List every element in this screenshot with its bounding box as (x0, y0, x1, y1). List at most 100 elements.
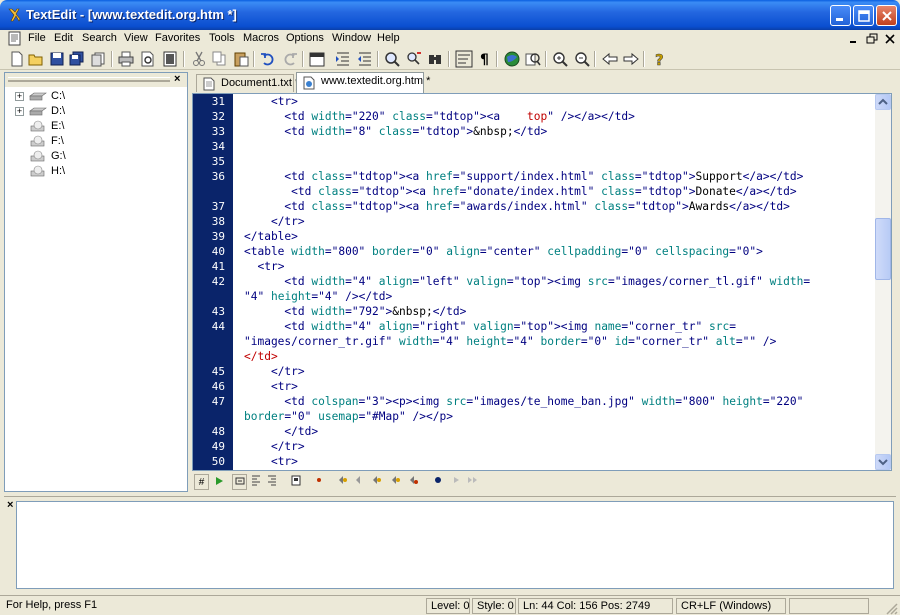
bookmark-toggle-icon[interactable] (334, 474, 349, 490)
code-line[interactable]: "4" height="4" /></td> (233, 289, 891, 304)
tab-www-textedit[interactable]: www.textedit.org.htm * (296, 72, 430, 93)
open-icon[interactable] (27, 50, 45, 68)
menu-view[interactable]: View (124, 32, 148, 44)
output-text-area[interactable] (16, 501, 894, 589)
menu-edit[interactable]: Edit (54, 32, 73, 44)
code-line[interactable]: <td class="tdtop"><a href="donate/index.… (233, 184, 891, 199)
play-macro-icon[interactable] (448, 474, 463, 490)
title-bar[interactable]: TextEdit - [www.textedit.org.htm *] (0, 0, 900, 30)
code-line[interactable]: 40 <table width="800" border="0" align="c… (212, 244, 891, 259)
menu-macros[interactable]: Macros (243, 32, 279, 44)
align-right-icon[interactable] (264, 474, 279, 490)
forward-icon[interactable] (622, 50, 640, 68)
code-line[interactable]: 36 <td class="tdtop"><a href="support/in… (212, 169, 891, 184)
paste-icon[interactable] (232, 50, 250, 68)
code-line[interactable]: 39 </table> (212, 229, 891, 244)
mdi-minimize-icon[interactable] (848, 33, 860, 45)
calendar-icon[interactable] (308, 50, 326, 68)
expand-icon[interactable]: + (15, 107, 24, 116)
replace-icon[interactable] (405, 50, 423, 68)
bookmark-next-icon[interactable] (368, 474, 383, 490)
menu-file[interactable]: File (28, 32, 46, 44)
find-in-files-icon[interactable] (426, 50, 444, 68)
menu-search[interactable]: Search (82, 32, 117, 44)
scroll-up-button[interactable] (875, 94, 891, 110)
bookmark-prev-icon[interactable] (351, 474, 366, 490)
code-line[interactable]: 33 <td width="8" class="tdtop">&nbsp;</t… (212, 124, 891, 139)
undo-icon[interactable] (259, 50, 277, 68)
code-line[interactable]: 34 (212, 139, 891, 154)
code-line[interactable]: </td> (233, 349, 891, 364)
save-icon[interactable] (48, 50, 66, 68)
zoom-in-icon[interactable] (551, 50, 569, 68)
zoom-out-icon[interactable] (573, 50, 591, 68)
pilcrow-icon[interactable]: ¶ (476, 50, 494, 68)
scroll-thumb[interactable] (875, 218, 891, 280)
back-icon[interactable] (601, 50, 619, 68)
code-line[interactable]: 35 (212, 154, 891, 169)
code-lines[interactable]: 31 <tr> 32 <td width="220" class="tdtop">… (212, 94, 875, 470)
wrap-icon[interactable] (455, 50, 473, 68)
bookmark-icon[interactable] (311, 474, 326, 490)
code-line[interactable]: border="0" usemap="#Map" /></p> (233, 409, 891, 424)
cut-icon[interactable] (190, 50, 208, 68)
indent-icon[interactable] (334, 50, 352, 68)
hash-button[interactable]: # (194, 474, 209, 490)
output-close-icon[interactable]: × (7, 499, 13, 511)
explorer-panel-header[interactable]: × (5, 73, 187, 87)
copy-icon[interactable] (210, 50, 228, 68)
close-button[interactable] (876, 5, 897, 26)
outdent-icon[interactable] (356, 50, 374, 68)
page-setup-icon[interactable] (161, 50, 179, 68)
menu-tools[interactable]: Tools (209, 32, 235, 44)
code-line[interactable]: 38 </tr> (212, 214, 891, 229)
browser-icon[interactable] (503, 50, 521, 68)
mdi-close-icon[interactable] (884, 33, 896, 45)
vertical-scrollbar[interactable] (875, 94, 891, 470)
tab-document1[interactable]: Document1.txt * (196, 74, 299, 92)
redo-icon[interactable] (281, 50, 299, 68)
align-left-icon[interactable] (248, 474, 263, 490)
code-line[interactable]: 31 <tr> (212, 94, 891, 109)
code-line[interactable]: 49 </tr> (212, 439, 891, 454)
minimize-button[interactable] (830, 5, 851, 26)
copy-file-icon[interactable] (89, 50, 107, 68)
document-icon[interactable] (8, 31, 22, 46)
code-line[interactable]: 43 <td width="792">&nbsp;</td> (212, 304, 891, 319)
search-web-icon[interactable] (524, 50, 542, 68)
print-preview-icon[interactable] (139, 50, 157, 68)
code-line[interactable]: 45 </tr> (212, 364, 891, 379)
code-line[interactable]: 32 <td width="220" class="tdtop"><a top"… (212, 109, 891, 124)
print-icon[interactable] (117, 50, 135, 68)
fast-forward-icon[interactable] (465, 474, 480, 490)
code-editor[interactable]: 31 <tr> 32 <td width="220" class="tdtop">… (192, 93, 892, 471)
box-icon[interactable] (232, 474, 247, 490)
code-line[interactable]: 42 <td width="4" align="left" valign="to… (212, 274, 891, 289)
scroll-down-button[interactable] (875, 454, 891, 470)
expand-icon[interactable]: + (15, 92, 24, 101)
explorer-close-icon[interactable]: × (174, 73, 180, 85)
save-all-icon[interactable] (68, 50, 86, 68)
help-icon[interactable]: ? (650, 50, 668, 70)
mdi-restore-icon[interactable] (866, 33, 878, 45)
code-line[interactable]: 37 <td class="tdtop"><a href="awards/ind… (212, 199, 891, 214)
play-icon[interactable] (211, 474, 226, 490)
menu-options[interactable]: Options (286, 32, 324, 44)
bookmark-clear-icon[interactable] (387, 474, 402, 490)
menu-help[interactable]: Help (377, 32, 400, 44)
menu-favorites[interactable]: Favorites (155, 32, 200, 44)
code-line[interactable]: 48 </td> (212, 424, 891, 439)
code-line[interactable]: 41 <tr> (212, 259, 891, 274)
code-line[interactable]: 50 <tr> (212, 454, 891, 469)
resize-grip-icon[interactable] (884, 601, 898, 615)
bookmark-list-icon[interactable] (405, 474, 420, 490)
code-line[interactable]: 44 <td width="4" align="right" valign="t… (212, 319, 891, 334)
properties-icon[interactable] (288, 474, 303, 490)
code-line[interactable]: 46 <tr> (212, 379, 891, 394)
maximize-button[interactable] (853, 5, 874, 26)
new-icon[interactable] (8, 50, 26, 68)
record-macro-icon[interactable] (430, 474, 445, 490)
code-line[interactable]: "images/corner_tr.gif" width="4" height=… (233, 334, 891, 349)
code-line[interactable]: 47 <td colspan="3"><p><img src="images/t… (212, 394, 891, 409)
menu-window[interactable]: Window (332, 32, 371, 44)
